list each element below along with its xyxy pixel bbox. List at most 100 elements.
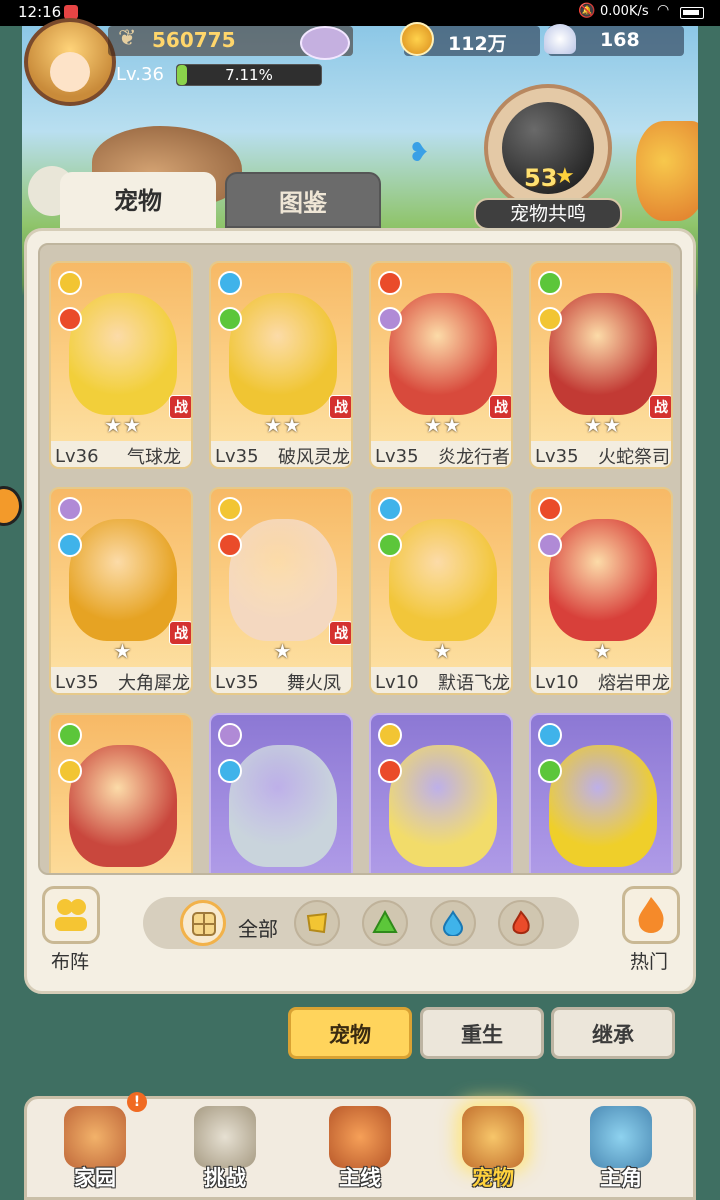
exp-bar: 7.11%	[176, 64, 322, 86]
avatar[interactable]	[24, 18, 116, 106]
side-pet-icon[interactable]	[0, 486, 22, 526]
pet-type-icon	[538, 723, 562, 747]
element-icon	[378, 759, 402, 783]
element-icon	[218, 759, 242, 783]
pet-portrait	[69, 293, 177, 415]
subtab-pets[interactable]: 宠物	[288, 1007, 412, 1059]
pet-stars: ★	[593, 639, 613, 663]
pet-card[interactable]: ★ Lv10 默语飞龙	[369, 487, 513, 695]
pet-card[interactable]: ★★ 战 Lv36 气球龙	[49, 261, 193, 469]
pet-portrait	[549, 293, 657, 415]
nav-hero[interactable]: 主角	[566, 1100, 676, 1198]
power-detail-button[interactable]	[300, 26, 350, 60]
battery-icon	[680, 7, 704, 19]
mute-icon: 🔕	[578, 3, 596, 19]
tab-codex[interactable]: 图鉴	[225, 172, 381, 228]
battle-badge: 战	[169, 621, 191, 645]
nav-home[interactable]: 家园	[40, 1100, 150, 1198]
nav-pets[interactable]: 宠物	[438, 1100, 548, 1198]
battle-badge: 战	[169, 395, 191, 419]
pet-card[interactable]	[209, 713, 353, 873]
pet-type-icon	[378, 723, 402, 747]
pet-name: 气球龙	[127, 447, 181, 468]
hot-button[interactable]	[622, 886, 680, 944]
pet-icon	[462, 1106, 524, 1168]
pet-level: Lv35	[535, 445, 579, 467]
pet-level: Lv35	[215, 671, 259, 693]
pet-portrait	[549, 519, 657, 641]
pet-type-icon	[58, 271, 82, 295]
home-alert-badge: !	[127, 1092, 147, 1112]
coin-icon	[400, 22, 434, 56]
challenge-icon	[194, 1106, 256, 1168]
pet-grid[interactable]: ★★ 战 Lv36 气球龙 ★★ 战 Lv35 破风灵龙 ★★ 战 Lv35 炎龙行者 ★★ 战 Lv35 火…	[38, 243, 682, 875]
pet-card[interactable]: ★★ 战 Lv35 炎龙行者	[369, 261, 513, 469]
pet-card-footer: Lv35 破风灵龙	[211, 441, 351, 468]
pet-resonance-button[interactable]: 53 ★ 宠物共鸣	[474, 84, 624, 234]
pet-card[interactable]	[529, 713, 673, 873]
pet-card[interactable]: ★★ 战 Lv35 火蛇祭司	[529, 261, 673, 469]
pet-type-icon	[58, 723, 82, 747]
fire-element-icon	[512, 910, 530, 935]
pet-name: 舞火凤	[287, 673, 341, 694]
pet-card[interactable]: ★ 战 Lv35 大角犀龙	[49, 487, 193, 695]
coin-value: 112万	[448, 33, 507, 55]
tab-pets[interactable]: 宠物	[60, 172, 216, 234]
pet-portrait	[389, 745, 497, 867]
filter-all-button[interactable]	[180, 900, 226, 946]
subtab-inherit[interactable]: 继承	[551, 1007, 675, 1059]
element-icon	[218, 533, 242, 557]
pet-name: 炎龙行者	[438, 447, 510, 468]
pet-type-icon	[538, 497, 562, 521]
element-icon	[378, 533, 402, 557]
pet-card-footer: Lv36 气球龙	[51, 441, 191, 468]
pet-card[interactable]	[49, 713, 193, 873]
exp-percent: 7.11%	[225, 66, 273, 84]
resonance-label: 宠物共鸣	[474, 198, 622, 230]
filter-water-button[interactable]	[430, 900, 476, 946]
wifi-icon: ◠	[657, 2, 670, 18]
formation-icon	[55, 899, 87, 931]
nav-main-quest-label: 主线	[339, 1166, 381, 1190]
pet-name: 破风灵龙	[278, 447, 350, 468]
flame-icon	[638, 897, 664, 933]
formation-button[interactable]	[42, 886, 100, 944]
pet-portrait	[229, 293, 337, 415]
filter-grass-button[interactable]	[362, 900, 408, 946]
subtab-rebirth[interactable]: 重生	[420, 1007, 544, 1059]
filter-earth-button[interactable]	[294, 900, 340, 946]
pet-type-icon	[218, 271, 242, 295]
filter-all-label: 全部	[238, 917, 278, 941]
main-quest-icon	[329, 1106, 391, 1168]
player-level: Lv.36	[116, 64, 164, 85]
pet-panel: ★★ 战 Lv36 气球龙 ★★ 战 Lv35 破风灵龙 ★★ 战 Lv35 炎龙行者 ★★ 战 Lv35 火…	[24, 228, 696, 994]
notification-icon	[64, 5, 78, 19]
pet-level: Lv35	[215, 445, 259, 467]
element-icon	[538, 533, 562, 557]
pet-portrait	[229, 519, 337, 641]
filter-fire-button[interactable]	[498, 900, 544, 946]
pet-card-footer: Lv10 熔岩甲龙	[531, 667, 671, 693]
nav-challenge[interactable]: 挑战	[170, 1100, 280, 1198]
grass-element-icon	[372, 910, 398, 933]
pet-card[interactable]: ★ Lv10 熔岩甲龙	[529, 487, 673, 695]
element-icon	[378, 307, 402, 331]
shell-icon	[544, 24, 576, 54]
pet-card[interactable]	[369, 713, 513, 873]
wings-icon: ❦	[118, 26, 137, 51]
pet-name: 大角犀龙	[118, 673, 190, 694]
butterfly-icon: ❥	[408, 138, 430, 168]
pet-card[interactable]: ★★ 战 Lv35 破风灵龙	[209, 261, 353, 469]
pet-type-icon	[218, 723, 242, 747]
pet-type-icon	[218, 497, 242, 521]
pet-card-footer: Lv10 默语飞龙	[371, 667, 511, 693]
pet-card[interactable]: ★ 战 Lv35 舞火凤	[209, 487, 353, 695]
pet-card-footer: Lv35 炎龙行者	[371, 441, 511, 468]
battle-badge: 战	[329, 395, 351, 419]
nav-main-quest[interactable]: 主线	[305, 1100, 415, 1198]
nav-pets-label: 宠物	[472, 1166, 514, 1190]
pet-portrait	[389, 519, 497, 641]
pet-card-footer: Lv35 舞火凤	[211, 667, 351, 694]
power-value: 560775	[152, 28, 236, 52]
hero-icon	[590, 1106, 652, 1168]
